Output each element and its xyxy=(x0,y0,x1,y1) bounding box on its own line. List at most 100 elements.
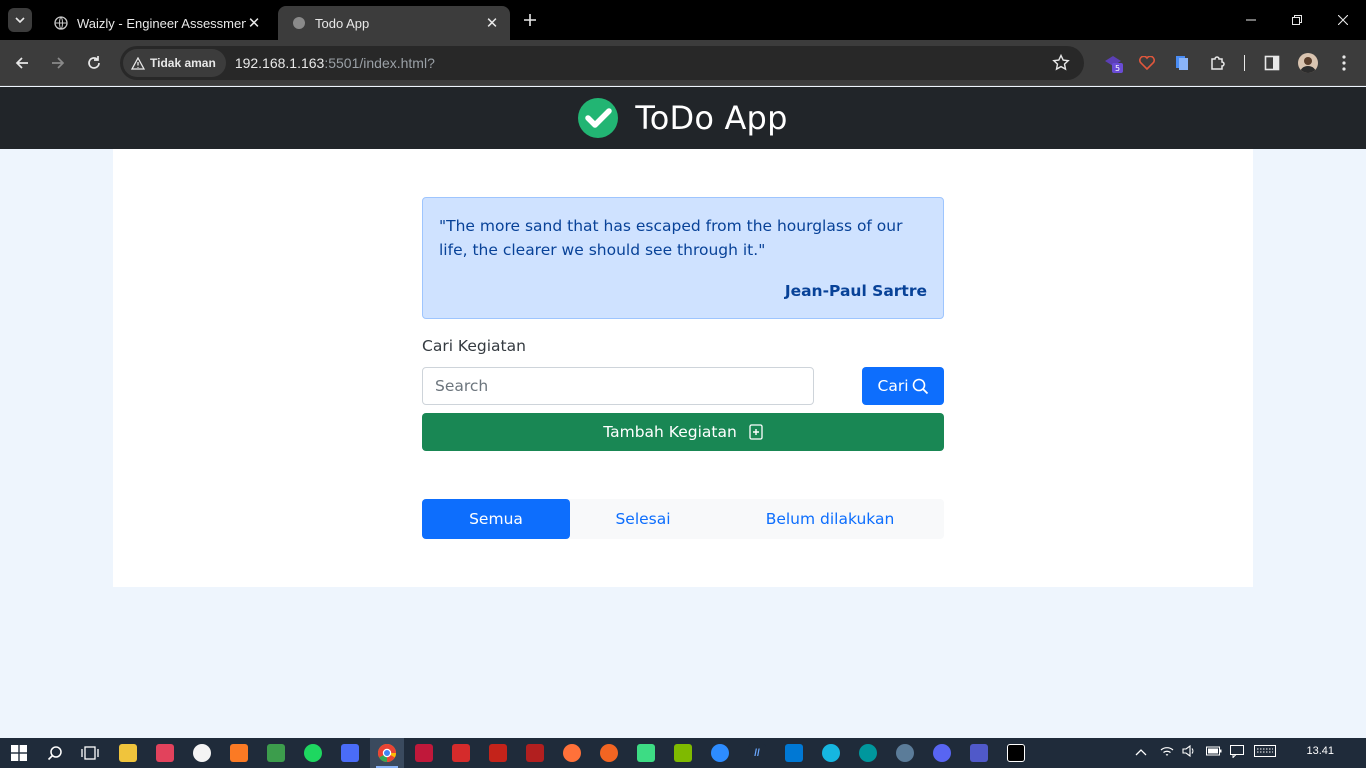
add-activity-button[interactable]: Tambah Kegiatan xyxy=(422,413,944,451)
profile-avatar[interactable] xyxy=(1298,53,1318,73)
android-studio-icon[interactable] xyxy=(637,744,655,762)
app-icon[interactable] xyxy=(896,744,914,762)
globe-icon xyxy=(293,17,305,29)
reload-icon xyxy=(88,56,100,69)
task-view-icon[interactable] xyxy=(81,744,99,762)
chevron-up-icon[interactable] xyxy=(1135,745,1147,759)
browser-toolbar: Tidak aman 192.168.1.163:5501/index.html… xyxy=(0,40,1366,86)
arrow-left-icon xyxy=(15,57,28,69)
document-extension-icon[interactable] xyxy=(1171,52,1193,74)
browser-tab-todo[interactable]: Todo App ✕ xyxy=(278,6,510,40)
app-icon[interactable] xyxy=(156,744,174,762)
app-icon[interactable] xyxy=(822,744,840,762)
zoom-icon[interactable] xyxy=(711,744,729,762)
search-label: Cari Kegiatan xyxy=(422,337,526,355)
chrome-icon[interactable] xyxy=(378,744,396,762)
app-title: ToDo App xyxy=(635,99,788,137)
address-bar[interactable]: Tidak aman 192.168.1.163:5501/index.html… xyxy=(120,46,1084,80)
tab-title: Waizly - Engineer Assessment xyxy=(77,15,246,31)
filter-tabs: Semua Selesai Belum dilakukan xyxy=(422,499,944,539)
security-chip[interactable]: Tidak aman xyxy=(123,49,226,77)
plus-icon xyxy=(524,14,536,26)
heart-extension-icon[interactable] xyxy=(1136,52,1158,74)
app-icon[interactable] xyxy=(452,744,470,762)
filter-tab-belum-dilakukan[interactable]: Belum dilakukan xyxy=(716,499,944,539)
filezilla-icon[interactable] xyxy=(526,744,544,762)
search-icon xyxy=(912,378,928,394)
keyboard-icon[interactable] xyxy=(1254,745,1276,760)
file-explorer-icon[interactable] xyxy=(119,744,137,762)
new-tab-button[interactable] xyxy=(520,10,540,30)
extension-badge-count: 5 xyxy=(1115,64,1120,73)
back-button[interactable] xyxy=(10,51,34,75)
security-label: Tidak aman xyxy=(150,56,216,70)
battery-icon[interactable] xyxy=(1206,745,1222,759)
chart-app-icon[interactable] xyxy=(267,744,285,762)
add-activity-label: Tambah Kegiatan xyxy=(603,423,737,441)
postman-icon[interactable] xyxy=(600,744,618,762)
quote-author: Jean-Paul Sartre xyxy=(784,282,927,300)
app-icon[interactable]: // xyxy=(748,744,766,762)
search-input[interactable] xyxy=(422,367,814,405)
teams-icon[interactable] xyxy=(970,744,988,762)
arrow-right-icon xyxy=(52,57,65,69)
tab-search-button[interactable] xyxy=(8,8,32,32)
warning-icon xyxy=(131,56,145,70)
os-taskbar: // 13.41 xyxy=(0,738,1366,768)
windows-start-icon[interactable] xyxy=(10,744,28,762)
app-icon[interactable] xyxy=(415,744,433,762)
app-icon[interactable] xyxy=(193,744,211,762)
restore-icon xyxy=(1292,15,1302,25)
file-plus-icon xyxy=(749,424,763,440)
main-container: "The more sand that has escaped from the… xyxy=(113,149,1253,587)
url-path: :5501/index.html? xyxy=(324,55,435,71)
window-controls xyxy=(1228,0,1366,40)
filter-tab-selesai[interactable]: Selesai xyxy=(570,499,716,539)
app-icon[interactable] xyxy=(341,744,359,762)
search-button[interactable]: Cari xyxy=(862,367,944,405)
system-clock[interactable]: 13.41 xyxy=(1306,745,1334,757)
avatar-icon xyxy=(1300,57,1316,73)
quote-card: "The more sand that has escaped from the… xyxy=(422,197,944,319)
globe-icon xyxy=(54,16,68,30)
forward-button[interactable] xyxy=(46,51,70,75)
minimize-icon xyxy=(1246,19,1256,21)
reload-button[interactable] xyxy=(82,51,106,75)
quote-text: "The more sand that has escaped from the… xyxy=(439,217,903,259)
vscode-icon[interactable] xyxy=(785,744,803,762)
search-button-label: Cari xyxy=(877,377,909,395)
notification-icon[interactable] xyxy=(1230,745,1244,761)
close-icon xyxy=(1338,15,1348,25)
bookmark-star-icon[interactable] xyxy=(1052,54,1070,72)
app-icon[interactable] xyxy=(489,744,507,762)
tab-title: Todo App xyxy=(315,15,370,31)
intellij-icon[interactable] xyxy=(1007,744,1025,762)
discord-icon[interactable] xyxy=(933,744,951,762)
restore-button[interactable] xyxy=(1274,0,1320,40)
search-icon[interactable] xyxy=(46,744,64,762)
minimize-button[interactable] xyxy=(1228,0,1274,40)
wifi-icon[interactable] xyxy=(1160,745,1174,760)
app-icon[interactable] xyxy=(674,744,692,762)
toolbar-divider xyxy=(1244,55,1245,71)
xampp-icon[interactable] xyxy=(230,744,248,762)
close-window-button[interactable] xyxy=(1320,0,1366,40)
browser-tabstrip: Waizly - Engineer Assessment ✕ Todo App … xyxy=(0,0,1366,40)
close-icon[interactable]: ✕ xyxy=(484,14,500,32)
volume-icon[interactable] xyxy=(1182,744,1196,760)
firefox-icon[interactable] xyxy=(563,744,581,762)
check-circle-icon xyxy=(578,98,619,138)
chevron-down-icon xyxy=(15,17,25,23)
browser-tab-waizly[interactable]: Waizly - Engineer Assessment ✕ xyxy=(40,6,272,40)
side-panel-icon[interactable] xyxy=(1261,52,1283,74)
filter-tab-semua[interactable]: Semua xyxy=(422,499,570,539)
close-icon[interactable]: ✕ xyxy=(246,14,262,32)
app-header: ToDo App xyxy=(0,87,1366,149)
kebab-menu-icon[interactable] xyxy=(1333,52,1355,74)
puzzle-extensions-icon[interactable] xyxy=(1207,52,1229,74)
spotify-icon[interactable] xyxy=(304,744,322,762)
url-host: 192.168.1.163 xyxy=(234,55,325,71)
arduino-icon[interactable] xyxy=(859,744,877,762)
url-text[interactable]: 192.168.1.163:5501/index.html? xyxy=(235,55,435,71)
extension-badge-icon[interactable]: 5 xyxy=(1102,52,1124,74)
